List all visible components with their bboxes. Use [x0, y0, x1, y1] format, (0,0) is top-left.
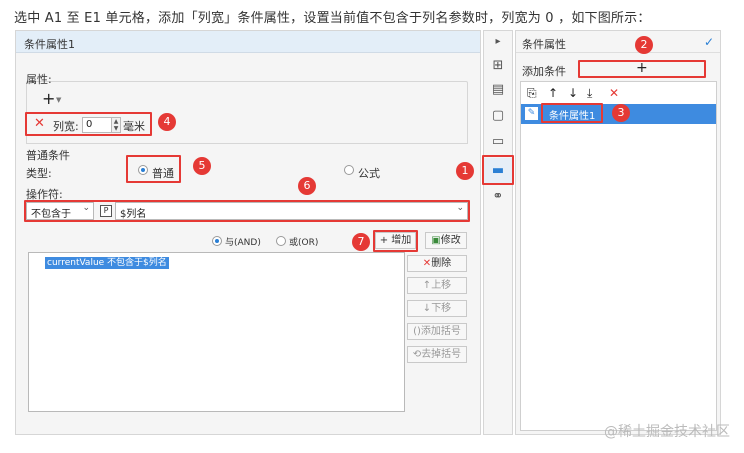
delete-icon: ✕: [422, 258, 432, 269]
and-radio[interactable]: [212, 236, 222, 246]
condition-list-item[interactable]: currentValue 不包含于$列名: [45, 257, 169, 269]
normal-condition-label: 普通条件: [26, 149, 70, 162]
type-normal-label: 普通: [152, 167, 174, 180]
modify-condition-button[interactable]: ▣修改: [425, 232, 467, 249]
arrow-down-icon: ↓: [422, 303, 432, 314]
remove-bracket-button[interactable]: ⟲去掉括号: [407, 346, 467, 363]
edit-icon: ▣: [431, 235, 441, 246]
frame-icon[interactable]: ▢: [490, 108, 506, 124]
annotation-badge-4: 4: [158, 113, 176, 131]
chevron-down-icon[interactable]: ▼: [56, 96, 61, 104]
type-label: 类型:: [26, 167, 52, 180]
annotation-badge-7: 7: [352, 233, 370, 251]
copy-icon[interactable]: ⎘: [527, 86, 537, 101]
and-label: 与(AND): [225, 238, 261, 248]
width-unit: 毫米: [123, 120, 145, 133]
annotation-badge-5: 5: [193, 157, 211, 175]
column-width-row: [26, 143, 468, 169]
or-radio[interactable]: [276, 236, 286, 246]
condition-attribute-dialog: 条件属性1 属性: + ▼ ✕ 列宽: 0 ▲ ▼ 毫米 普通条件 类型: 普通 …: [15, 30, 481, 435]
type-formula-label: 公式: [358, 167, 380, 180]
operator-select[interactable]: 不包含于 ⌄: [26, 202, 94, 220]
delete-button[interactable]: ✕删除: [407, 255, 467, 272]
annotation-badge-6: 6: [298, 177, 316, 195]
annotation-box-3: [541, 103, 603, 123]
bracket-remove-icon: ⟲: [412, 349, 422, 360]
cell-attribute-icon[interactable]: ▤: [490, 82, 506, 98]
or-label: 或(OR): [289, 238, 319, 248]
caption-text: 选中 A1 至 E1 单元格，添加「列宽」条件属性，设置当前值不包含于列名参数时…: [14, 11, 651, 26]
parameter-select-value: $列名: [120, 209, 147, 220]
move-down-label: 下移: [431, 303, 452, 314]
condition-attribute-list: ⎘ ↑ ↓ ⤓ ✕ ✎ 条件属性1: [520, 81, 717, 431]
operator-select-value: 不包含于: [31, 209, 71, 220]
width-spinner[interactable]: ▲ ▼: [111, 117, 121, 133]
watermark: @稀土掘金技术社区: [604, 424, 730, 440]
move-up-button[interactable]: ↑上移: [407, 277, 467, 294]
panel-title: 条件属性: [516, 31, 720, 53]
pencil-icon: ✎: [525, 107, 538, 120]
arrow-up-icon: ↑: [422, 280, 432, 291]
add-condition-button[interactable]: + 增加: [375, 232, 416, 249]
chevron-down-icon: ⌄: [82, 203, 90, 213]
link-icon[interactable]: ⚭: [490, 189, 506, 205]
tool-strip: ▸ ⊞ ▤ ▢ ▭ ▬ ⚭: [483, 30, 513, 435]
attribute-label: 属性:: [26, 73, 52, 86]
type-formula-radio[interactable]: [344, 165, 354, 175]
remove-bracket-label: 去掉括号: [421, 349, 462, 360]
check-icon[interactable]: ✓: [704, 35, 714, 49]
cell-element-icon[interactable]: ⊞: [490, 58, 506, 74]
arrow-down-icon[interactable]: ↓: [568, 86, 578, 100]
type-normal-radio[interactable]: [138, 165, 148, 175]
remove-attribute-icon[interactable]: ✕: [34, 116, 45, 131]
chevron-down-icon: ⌄: [456, 203, 464, 213]
chevron-right-icon[interactable]: ▸: [490, 34, 506, 50]
width-label: 列宽:: [53, 120, 79, 133]
arrow-up-icon[interactable]: ↑: [548, 86, 558, 100]
add-bracket-label: 添加括号: [420, 326, 461, 337]
annotation-box-1: [482, 155, 514, 185]
add-condition-plus-icon[interactable]: +: [636, 60, 648, 76]
annotation-badge-2: 2: [635, 36, 653, 54]
annotation-badge-3: 3: [612, 104, 630, 122]
dialog-title: 条件属性1: [16, 31, 480, 53]
add-condition-label: 添加条件: [522, 65, 566, 78]
condition-attribute-panel: 条件属性 ✓ 添加条件 + ⎘ ↑ ↓ ⤓ ✕ ✎ 条件属性1 3 2: [515, 30, 721, 435]
add-button-label: 增加: [391, 235, 412, 246]
move-up-label: 上移: [431, 280, 452, 291]
parameter-icon[interactable]: P: [100, 205, 112, 217]
widget-icon[interactable]: ▭: [490, 134, 506, 150]
move-down-button[interactable]: ↓下移: [407, 300, 467, 317]
add-bracket-button[interactable]: ()添加括号: [407, 323, 467, 340]
bracket-icon: (): [413, 326, 421, 337]
move-to-bottom-icon[interactable]: ⤓: [587, 86, 592, 101]
annotation-badge-1: 1: [456, 162, 474, 180]
delete-button-label: 删除: [431, 258, 452, 269]
add-attribute-icon[interactable]: +: [42, 91, 55, 107]
plus-icon: +: [379, 235, 389, 246]
parameter-select[interactable]: $列名 ⌄: [115, 202, 468, 220]
delete-icon[interactable]: ✕: [609, 86, 619, 100]
condition-list[interactable]: currentValue 不包含于$列名: [28, 252, 405, 412]
modify-button-label: 修改: [440, 235, 461, 246]
